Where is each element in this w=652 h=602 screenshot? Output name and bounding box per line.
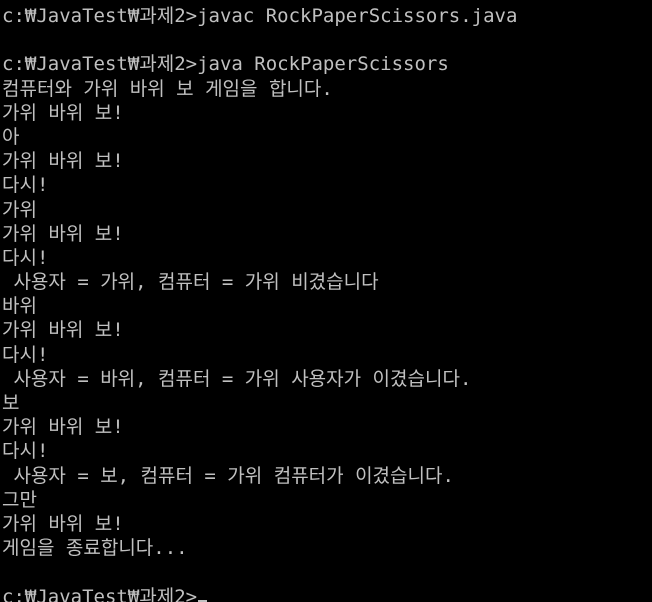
console-line: 다시! <box>2 246 49 269</box>
prompt-line[interactable]: c:₩JavaTest₩과제2> <box>2 585 652 602</box>
console-line: 사용자 = 보, 컴퓨터 = 가위 컴퓨터가 이겼습니다. <box>2 464 454 487</box>
console-line: 게임을 종료합니다... <box>2 537 188 560</box>
console-line: 가위 바위 보! <box>2 150 124 173</box>
console-line: 그만 <box>2 488 37 511</box>
console-line: 사용자 = 바위, 컴퓨터 = 가위 사용자가 이겼습니다. <box>2 367 472 390</box>
console-window[interactable]: c:₩JavaTest₩과제2>javac RockPaperScissors.… <box>0 0 652 602</box>
console-line: 다시! <box>2 440 49 463</box>
console-line: 가위 바위 보! <box>2 222 124 245</box>
console-line: c:₩JavaTest₩과제2>javac RockPaperScissors.… <box>2 5 518 27</box>
console-line: 다시! <box>2 174 49 197</box>
console-line: 보 <box>2 392 20 414</box>
console-line: 바위 <box>2 295 37 318</box>
console-line: 가위 바위 보! <box>2 512 124 535</box>
console-line: 다시! <box>2 343 49 366</box>
console-line: 가위 바위 보! <box>2 101 124 124</box>
console-line: 컴퓨터와 가위 바위 보 게임을 합니다. <box>2 77 333 100</box>
console-line: 가위 바위 보! <box>2 416 124 439</box>
console-line: 아 <box>2 125 20 148</box>
console-line: 가위 바위 보! <box>2 319 124 342</box>
console-line: 가위 <box>2 198 37 221</box>
console-line: 사용자 = 가위, 컴퓨터 = 가위 비겼습니다 <box>2 271 379 294</box>
console-line: c:₩JavaTest₩과제2>java RockPaperScissors <box>2 53 449 76</box>
prompt-text: c:₩JavaTest₩과제2> <box>2 585 198 602</box>
